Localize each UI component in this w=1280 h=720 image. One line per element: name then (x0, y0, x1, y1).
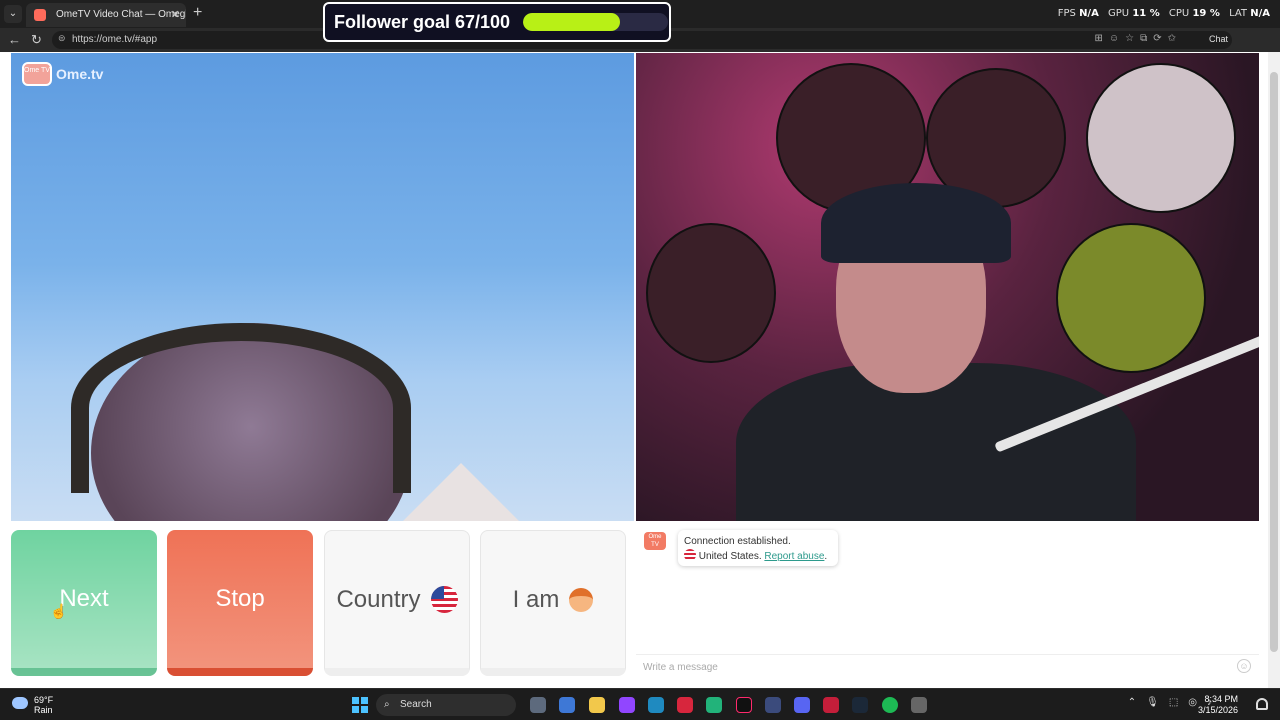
ometv-logo-badge-icon: Ome TV (22, 62, 52, 86)
url-actions-icons[interactable]: ⊞☺☆⧉⟳✩ (1095, 33, 1182, 44)
browser-tab[interactable]: OmeTV Video Chat — Omegl ✕ (26, 3, 186, 27)
flag-us-icon (430, 586, 458, 613)
stranger-hair-shape (71, 323, 411, 493)
emoji-icon[interactable]: ☺ (1237, 659, 1251, 673)
store-icon[interactable] (559, 697, 575, 713)
ometv-logo-text: Ome.tv (56, 66, 104, 82)
fps-value: N/A (1079, 8, 1099, 19)
lat-label: LAT (1229, 8, 1248, 19)
weather-temp: 69°F (34, 695, 54, 705)
twitch-icon[interactable] (619, 697, 635, 713)
weather-condition: Rain (34, 705, 53, 715)
ometv-favicon-icon (34, 9, 46, 21)
message-input[interactable]: Write a message ☺ (636, 654, 1259, 678)
country-button[interactable]: Country (324, 530, 470, 676)
spotify-icon[interactable] (882, 697, 898, 713)
app-icon[interactable] (706, 697, 722, 713)
tab-title: OmeTV Video Chat — Omegl (56, 9, 186, 20)
follower-goal-bar (523, 13, 668, 31)
discord-icon[interactable] (794, 697, 810, 713)
follower-goal-text: Follower goal 67/100 (334, 12, 511, 32)
file-explorer-icon[interactable] (589, 697, 605, 713)
gear-icon[interactable] (911, 697, 927, 713)
copilot-chat-button[interactable]: Chat (1209, 34, 1228, 44)
scrollbar-thumb[interactable] (1270, 72, 1278, 652)
user-avatar-icon (569, 587, 594, 612)
taskbar-clock[interactable]: 8:34 PM 3/15/2026 (1198, 694, 1238, 716)
gender-button[interactable]: I am (480, 530, 626, 676)
search-icon: ⌕ (384, 699, 390, 710)
follower-goal-fill (523, 13, 621, 31)
flag-us-icon (684, 549, 696, 561)
tab-actions-icon[interactable]: ⌄ (4, 5, 22, 23)
steam-icon[interactable] (852, 697, 868, 713)
rain-cloud-icon (12, 697, 28, 709)
follower-goal-overlay: Follower goal 67/100 (323, 2, 671, 42)
lat-value: N/A (1250, 8, 1270, 19)
tiktok-icon[interactable] (736, 697, 752, 713)
hand-cursor-icon: ☝ (50, 603, 68, 619)
windows-start-icon[interactable] (352, 697, 368, 713)
windows-taskbar: 69°F Rain ⌕ Search ⌃🎙⬚◎♪ 8:34 PM 3/15/20… (0, 688, 1280, 720)
clock-date: 3/15/2026 (1197, 705, 1238, 715)
clock-time: 8:34 PM (1204, 694, 1238, 704)
self-video (636, 53, 1259, 521)
ometv-system-avatar-icon: Ome TV (644, 532, 666, 550)
new-tab-icon[interactable]: + (193, 4, 202, 22)
reload-icon[interactable]: ↻ (31, 32, 42, 48)
stop-button[interactable]: Stop (167, 530, 313, 676)
wall-poster (1056, 223, 1206, 373)
country-button-label: Country (336, 585, 421, 613)
wall-poster (1086, 63, 1236, 213)
performance-stats: FPS N/A GPU 11 % CPU 19 % LAT N/A (1052, 8, 1270, 19)
taskbar-search-label: Search (400, 699, 432, 710)
site-info-icon[interactable]: ⊜ (58, 33, 66, 44)
app-icon[interactable] (765, 697, 781, 713)
streamer-cap-shape (821, 183, 1011, 263)
cpu-value: 19 % (1192, 8, 1220, 19)
stop-button-label: Stop (215, 585, 265, 612)
ometv-logo[interactable]: Ome TV Ome.tv (22, 62, 112, 86)
chat-panel: Ome TV Connection established. United St… (636, 522, 1259, 678)
next-button[interactable]: Next (11, 530, 157, 676)
message-input-placeholder: Write a message (643, 662, 718, 673)
country-name: United States. (698, 551, 762, 562)
tab-close-icon[interactable]: ✕ (171, 3, 180, 27)
gpu-label: GPU (1108, 8, 1130, 19)
task-view-icon[interactable] (530, 697, 546, 713)
fps-label: FPS (1057, 8, 1076, 19)
connection-status: Connection established. (684, 536, 791, 547)
system-message: Connection established. United States. R… (678, 530, 838, 566)
rooftop-shape (401, 463, 521, 521)
country-line: United States. Report abuse. (684, 549, 832, 564)
gpu-value: 11 % (1132, 8, 1160, 19)
gender-button-label: I am (512, 585, 560, 613)
taskbar-search[interactable]: ⌕ Search (376, 694, 516, 716)
report-abuse-link[interactable]: Report abuse (764, 551, 824, 562)
app-icon[interactable] (677, 697, 693, 713)
cpu-label: CPU (1168, 8, 1190, 19)
app-icon[interactable] (823, 697, 839, 713)
stranger-video (11, 53, 634, 521)
url-text[interactable]: https://ome.tv/#app (72, 34, 157, 45)
wall-poster (646, 223, 776, 363)
edge-icon[interactable] (648, 697, 664, 713)
back-icon[interactable]: ← (8, 32, 21, 48)
bell-icon[interactable] (1256, 698, 1268, 710)
page-scrollbar[interactable] (1268, 52, 1280, 688)
